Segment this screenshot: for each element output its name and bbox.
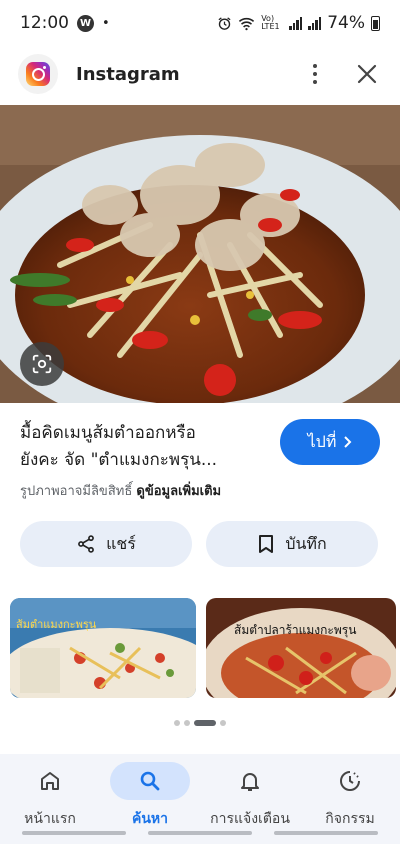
network-label: Vo) LTE1 <box>261 14 280 31</box>
related-photo-1: ส้มตำแมงกะพรุน <box>10 598 196 698</box>
nav-activity-label: กิจกรรม <box>325 811 375 827</box>
home-icon <box>41 772 59 790</box>
chevron-right-icon <box>344 436 352 448</box>
viewer-header: Instagram <box>0 46 400 102</box>
result-title[interactable]: มื้อคิดเมนูส้มตำออกหรือ ยังคะ จัด "ตำแมง… <box>20 420 270 474</box>
visit-label: ไปที่ <box>307 431 337 451</box>
carousel-indicator <box>0 720 400 726</box>
related-images: ส้มตำแมงกะพรุน ส้มตำปลาร้าแมงกะพรุน <box>10 598 400 698</box>
lens-button[interactable] <box>20 342 64 386</box>
instagram-icon <box>26 62 50 86</box>
notification-dot: • <box>102 15 110 31</box>
nav-activity-icon-wrap <box>310 762 390 800</box>
save-button[interactable]: บันทึก <box>206 521 378 567</box>
status-indicators: Vo) LTE1 74% <box>217 13 380 33</box>
share-label: แชร์ <box>106 533 136 553</box>
result-info: มื้อคิดเมนูส้มตำออกหรือ ยังคะ จัด "ตำแมง… <box>20 420 270 501</box>
nav-home-icon-wrap <box>10 762 90 800</box>
gesture-bar-right <box>274 831 378 835</box>
nav-notifications-label: การแจ้งเตือน <box>210 811 290 827</box>
source-title[interactable]: Instagram <box>76 64 180 85</box>
google-lens-icon <box>32 354 52 374</box>
copyright-disclaimer: รูปภาพอาจมีลิขสิทธิ์ <box>20 484 133 499</box>
gesture-bar-left <box>22 831 126 835</box>
nav-search-label: ค้นหา <box>131 811 169 827</box>
gesture-bar-center <box>148 831 252 835</box>
share-icon <box>78 535 95 553</box>
carousel-dot <box>174 720 180 726</box>
more-info-link[interactable]: ดูข้อมูลเพิ่มเติม <box>136 484 221 499</box>
close-icon <box>357 64 377 84</box>
nav-notifications-icon-wrap <box>210 762 290 800</box>
carousel-dot <box>220 720 226 726</box>
visit-button[interactable]: ไปที่ <box>280 419 380 465</box>
wifi-icon <box>239 17 255 30</box>
battery-icon <box>371 15 380 31</box>
alarm-icon <box>218 16 231 30</box>
activity-icon <box>340 771 360 791</box>
bookmark-icon <box>259 535 274 553</box>
battery-percent: 74% <box>327 13 365 33</box>
more-vert-icon[interactable] <box>300 54 330 94</box>
related-image-1[interactable]: ส้มตำแมงกะพรุน <box>10 598 196 698</box>
related-photo-2: ส้มตำปลาร้าแมงกะพรุน <box>206 598 396 698</box>
signal2-icon <box>308 16 322 30</box>
carousel-dot <box>184 720 190 726</box>
save-label: บันทึก <box>285 533 327 553</box>
close-button[interactable] <box>352 54 382 94</box>
status-bar: 12:00 W • Vo) LTE1 74% <box>0 0 400 46</box>
w-badge-icon: W <box>77 14 94 32</box>
signal-icon <box>289 16 303 30</box>
search-icon <box>140 771 160 791</box>
copyright-line: รูปภาพอาจมีลิขสิทธิ์ ดูข้อมูลเพิ่มเติม <box>20 480 270 501</box>
related-caption-2: ส้มตำปลาร้าแมงกะพรุน <box>234 623 356 638</box>
nav-home-label: หน้าแรก <box>24 811 76 827</box>
related-image-2[interactable]: ส้มตำปลาร้าแมงกะพรุน <box>206 598 396 698</box>
title-line-2: ยังคะ จัด "ตำแมงกะพรุน... <box>20 450 218 470</box>
share-button[interactable]: แชร์ <box>20 521 192 567</box>
source-logo[interactable] <box>18 54 58 94</box>
related-caption-1: ส้มตำแมงกะพรุน <box>16 618 97 631</box>
carousel-dot-active <box>194 720 216 726</box>
bell-icon <box>241 773 259 791</box>
nav-search-icon-wrap <box>110 762 190 800</box>
status-time: 12:00 <box>20 13 69 33</box>
title-line-1: มื้อคิดเมนูส้มตำออกหรือ <box>20 423 196 443</box>
